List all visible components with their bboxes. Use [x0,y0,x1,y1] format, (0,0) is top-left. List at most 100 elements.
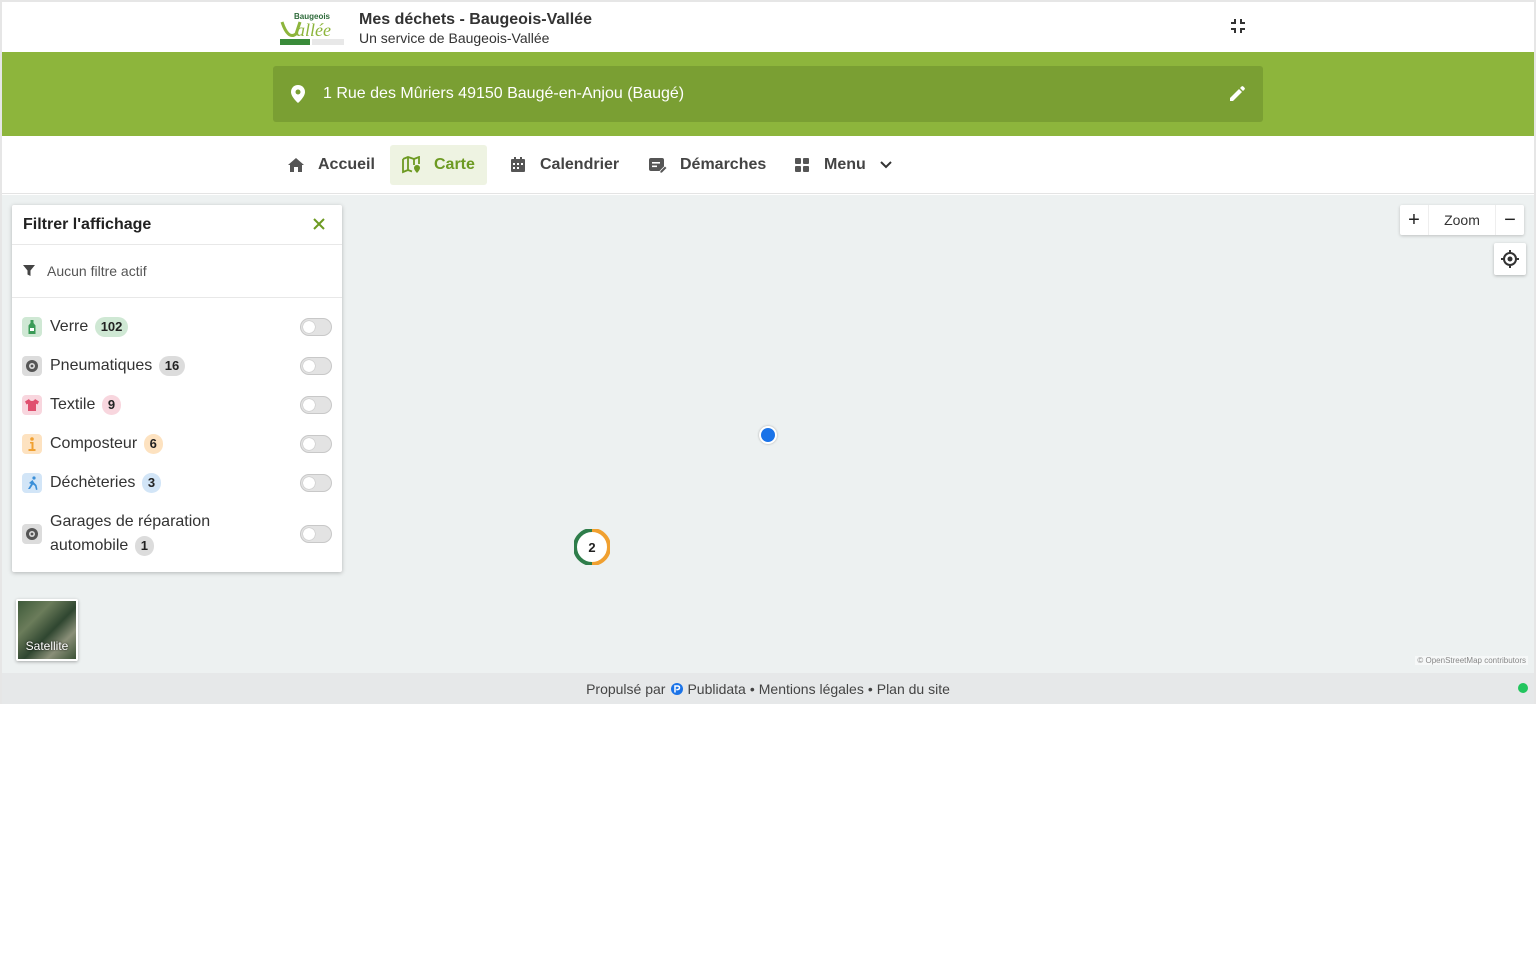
address-text: 1 Rue des Mûriers 49150 Baugé-en-Anjou (… [323,85,685,102]
collapse-fullscreen-button[interactable] [1226,14,1250,38]
filter-status-text: Aucun filtre actif [47,263,147,279]
filter-label-text: Textile [50,396,96,413]
location-pin-icon [289,85,307,103]
chevron-down-icon [880,161,892,169]
filter-label: Garages de réparation automobile 1 [50,510,250,558]
filter-label: Textile 9 [50,393,122,417]
crosshair-icon [1501,250,1519,268]
filter-label-text: Garages de réparation automobile [50,513,211,554]
nav-label: Démarches [680,156,767,173]
publidata-link[interactable]: Publidata [687,681,745,697]
address-bar[interactable]: 1 Rue des Mûriers 49150 Baugé-en-Anjou (… [273,66,1263,122]
nav-item-calendrier[interactable]: Calendrier [496,145,631,185]
toggle-textile[interactable] [300,396,332,414]
filter-label: Composteur 6 [50,432,163,456]
satellite-label: Satellite [25,639,69,653]
nav-label: Menu [824,156,866,173]
publidata-logo-icon [671,682,684,695]
filter-row-decheteries: Déchèteries 3 [12,471,342,495]
filter-label: Déchèteries 3 [50,471,162,495]
svg-text:allée: allée [296,20,331,40]
zoom-control: + Zoom − [1400,205,1524,235]
mentions-legales-link[interactable]: Mentions légales [759,681,864,697]
zoom-out-button[interactable]: − [1496,205,1524,235]
nav-label: Accueil [318,156,375,173]
toggle-composteur[interactable] [300,435,332,453]
plan-du-site-link[interactable]: Plan du site [877,681,950,697]
filter-icon [23,264,37,278]
zoom-in-button[interactable]: + [1400,205,1428,235]
calendar-icon [508,155,528,175]
filter-label-text: Verre [50,318,89,335]
close-filter-panel-button[interactable] [310,215,328,233]
filter-panel-header: Filtrer l'affichage [12,205,342,245]
tshirt-icon [22,395,42,415]
footer: Propulsé par Publidata • Mentions légale… [2,673,1534,704]
footer-separator: • [867,680,873,697]
nav-item-carte[interactable]: Carte [390,145,487,185]
filter-label: Pneumatiques 16 [50,354,186,378]
toggle-knob [303,438,315,450]
filter-row-garages: Garages de réparation automobile 1 [12,508,342,560]
count-badge: 16 [158,356,186,376]
filter-row-textile: Textile 9 [12,393,342,417]
app-window: Baugeois allée Mes déchets - Baugeois-Va… [0,0,1536,704]
count-badge: 3 [141,473,162,493]
main-nav: Accueil Carte Calendrier Démarches Menu [2,136,1534,194]
tire-icon [22,356,42,376]
count-badge: 6 [143,434,163,454]
filter-label: Verre 102 [50,315,129,339]
count-badge: 9 [101,395,122,415]
form-edit-icon [648,155,668,175]
toggle-pneumatiques[interactable] [300,357,332,375]
filter-row-composteur: Composteur 6 [12,432,342,456]
marker-cluster[interactable]: 2 [573,528,611,566]
compost-icon [22,434,42,454]
toggle-decheteries[interactable] [300,474,332,492]
toggle-knob [303,477,315,489]
filter-panel-title: Filtrer l'affichage [23,216,152,233]
toggle-verre[interactable] [300,318,332,336]
nav-item-demarches[interactable]: Démarches [636,145,778,185]
toggle-knob [303,360,315,372]
bottle-icon [22,317,42,337]
toggle-knob [303,399,315,411]
filter-panel: Filtrer l'affichage Aucun filtre actif V… [12,205,342,572]
nav-item-menu[interactable]: Menu [780,145,904,185]
map-attribution[interactable]: © OpenStreetMap contributors [1415,656,1528,665]
filter-row-verre: Verre 102 [12,315,342,339]
filter-label-text: Pneumatiques [50,357,153,374]
app-title: Mes déchets - Baugeois-Vallée [359,11,592,28]
app-subtitle: Un service de Baugeois-Vallée [359,30,550,46]
baugeois-vallee-logo: Baugeois allée [278,10,346,46]
toggle-garages[interactable] [300,525,332,543]
filter-row-pneumatiques: Pneumatiques 16 [12,354,342,378]
grid-icon [792,155,812,175]
title-block: Mes déchets - Baugeois-Vallée Un service… [359,10,592,46]
count-badge: 1 [134,536,154,556]
nav-label: Carte [434,156,475,173]
map-view[interactable]: Filtrer l'affichage Aucun filtre actif V… [2,195,1534,673]
footer-separator: • [749,680,755,697]
edit-address-icon[interactable] [1227,84,1247,104]
toggle-knob [303,528,315,540]
locate-me-button[interactable] [1494,243,1526,275]
header: Baugeois allée Mes déchets - Baugeois-Va… [2,2,1534,52]
cluster-count: 2 [588,539,596,555]
recycling-center-icon [22,473,42,493]
collapse-icon [1231,19,1245,33]
filter-label-text: Composteur [50,435,138,452]
status-indicator [1518,683,1528,693]
filter-label-text: Déchèteries [50,474,136,491]
home-icon [286,155,306,175]
map-icon [402,155,422,175]
count-badge: 102 [94,317,129,337]
nav-item-accueil[interactable]: Accueil [274,145,387,185]
user-location-marker [759,426,777,444]
close-icon [313,218,325,230]
zoom-label: Zoom [1428,205,1496,235]
nav-label: Calendrier [540,156,620,173]
satellite-layer-button[interactable]: Satellite [16,599,78,661]
filter-status: Aucun filtre actif [12,245,342,298]
tire-icon [22,524,42,544]
